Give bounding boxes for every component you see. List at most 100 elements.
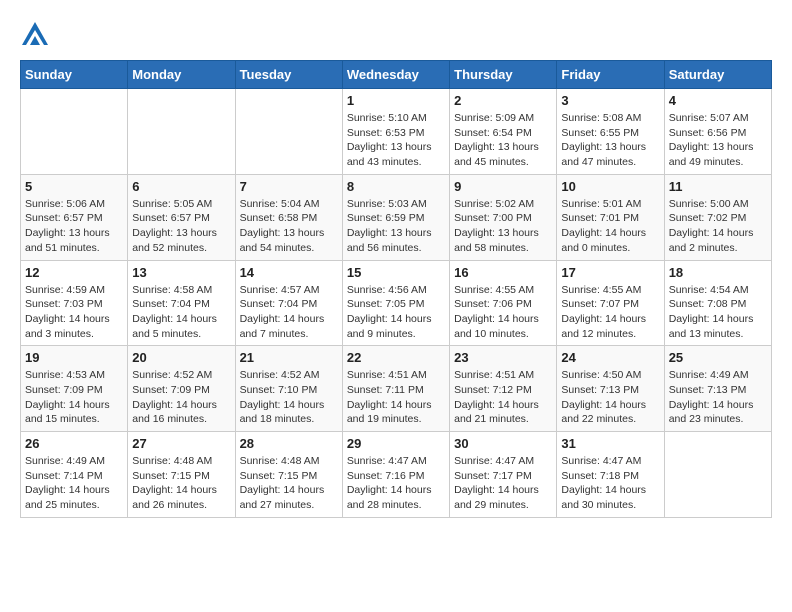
day-info: Sunrise: 4:52 AM Sunset: 7:10 PM Dayligh… <box>240 368 338 427</box>
day-info: Sunrise: 4:47 AM Sunset: 7:17 PM Dayligh… <box>454 454 552 513</box>
day-number: 19 <box>25 350 123 365</box>
day-number: 9 <box>454 179 552 194</box>
day-info: Sunrise: 4:58 AM Sunset: 7:04 PM Dayligh… <box>132 283 230 342</box>
day-info: Sunrise: 5:05 AM Sunset: 6:57 PM Dayligh… <box>132 197 230 256</box>
day-number: 26 <box>25 436 123 451</box>
calendar-week-row: 19 Sunrise: 4:53 AM Sunset: 7:09 PM Dayli… <box>21 346 772 432</box>
day-number: 25 <box>669 350 767 365</box>
day-number: 24 <box>561 350 659 365</box>
calendar-cell: 9 Sunrise: 5:02 AM Sunset: 7:00 PM Daylig… <box>450 174 557 260</box>
calendar-cell: 24 Sunrise: 4:50 AM Sunset: 7:13 PM Dayli… <box>557 346 664 432</box>
day-info: Sunrise: 4:55 AM Sunset: 7:07 PM Dayligh… <box>561 283 659 342</box>
logo <box>20 20 54 50</box>
day-number: 14 <box>240 265 338 280</box>
day-info: Sunrise: 5:07 AM Sunset: 6:56 PM Dayligh… <box>669 111 767 170</box>
calendar-cell: 30 Sunrise: 4:47 AM Sunset: 7:17 PM Dayli… <box>450 432 557 518</box>
day-info: Sunrise: 5:00 AM Sunset: 7:02 PM Dayligh… <box>669 197 767 256</box>
calendar-week-row: 1 Sunrise: 5:10 AM Sunset: 6:53 PM Daylig… <box>21 89 772 175</box>
day-info: Sunrise: 5:01 AM Sunset: 7:01 PM Dayligh… <box>561 197 659 256</box>
day-number: 4 <box>669 93 767 108</box>
calendar-cell: 15 Sunrise: 4:56 AM Sunset: 7:05 PM Dayli… <box>342 260 449 346</box>
calendar-cell: 17 Sunrise: 4:55 AM Sunset: 7:07 PM Dayli… <box>557 260 664 346</box>
day-number: 7 <box>240 179 338 194</box>
calendar-cell: 13 Sunrise: 4:58 AM Sunset: 7:04 PM Dayli… <box>128 260 235 346</box>
calendar-cell: 14 Sunrise: 4:57 AM Sunset: 7:04 PM Dayli… <box>235 260 342 346</box>
day-of-week-header: Monday <box>128 61 235 89</box>
calendar-cell: 2Sunrise: 5:09 AM Sunset: 6:54 PM Daylig… <box>450 89 557 175</box>
calendar-cell: 29 Sunrise: 4:47 AM Sunset: 7:16 PM Dayli… <box>342 432 449 518</box>
day-number: 17 <box>561 265 659 280</box>
day-info: Sunrise: 4:51 AM Sunset: 7:11 PM Dayligh… <box>347 368 445 427</box>
day-number: 31 <box>561 436 659 451</box>
day-number: 3 <box>561 93 659 108</box>
day-info: Sunrise: 5:02 AM Sunset: 7:00 PM Dayligh… <box>454 197 552 256</box>
calendar-cell: 26 Sunrise: 4:49 AM Sunset: 7:14 PM Dayli… <box>21 432 128 518</box>
calendar-cell <box>235 89 342 175</box>
calendar-week-row: 12Sunrise: 4:59 AM Sunset: 7:03 PM Dayli… <box>21 260 772 346</box>
calendar-table: SundayMondayTuesdayWednesdayThursdayFrid… <box>20 60 772 518</box>
calendar-cell: 6Sunrise: 5:05 AM Sunset: 6:57 PM Daylig… <box>128 174 235 260</box>
calendar-cell: 21 Sunrise: 4:52 AM Sunset: 7:10 PM Dayli… <box>235 346 342 432</box>
day-info: Sunrise: 4:48 AM Sunset: 7:15 PM Dayligh… <box>240 454 338 513</box>
day-number: 15 <box>347 265 445 280</box>
day-of-week-header: Thursday <box>450 61 557 89</box>
day-number: 1 <box>347 93 445 108</box>
day-number: 16 <box>454 265 552 280</box>
day-info: Sunrise: 5:06 AM Sunset: 6:57 PM Dayligh… <box>25 197 123 256</box>
day-of-week-header: Tuesday <box>235 61 342 89</box>
day-number: 8 <box>347 179 445 194</box>
calendar-week-row: 26 Sunrise: 4:49 AM Sunset: 7:14 PM Dayli… <box>21 432 772 518</box>
calendar-cell: 12Sunrise: 4:59 AM Sunset: 7:03 PM Dayli… <box>21 260 128 346</box>
calendar-cell: 25 Sunrise: 4:49 AM Sunset: 7:13 PM Dayli… <box>664 346 771 432</box>
day-number: 30 <box>454 436 552 451</box>
day-info: Sunrise: 4:48 AM Sunset: 7:15 PM Dayligh… <box>132 454 230 513</box>
day-info: Sunrise: 4:56 AM Sunset: 7:05 PM Dayligh… <box>347 283 445 342</box>
day-of-week-header: Sunday <box>21 61 128 89</box>
calendar-cell: 1 Sunrise: 5:10 AM Sunset: 6:53 PM Daylig… <box>342 89 449 175</box>
day-number: 23 <box>454 350 552 365</box>
day-info: Sunrise: 4:53 AM Sunset: 7:09 PM Dayligh… <box>25 368 123 427</box>
calendar-cell: 27 Sunrise: 4:48 AM Sunset: 7:15 PM Dayli… <box>128 432 235 518</box>
calendar-cell: 10 Sunrise: 5:01 AM Sunset: 7:01 PM Dayli… <box>557 174 664 260</box>
day-info: Sunrise: 5:08 AM Sunset: 6:55 PM Dayligh… <box>561 111 659 170</box>
day-number: 22 <box>347 350 445 365</box>
day-number: 13 <box>132 265 230 280</box>
day-info: Sunrise: 5:04 AM Sunset: 6:58 PM Dayligh… <box>240 197 338 256</box>
day-number: 21 <box>240 350 338 365</box>
day-number: 18 <box>669 265 767 280</box>
day-info: Sunrise: 4:57 AM Sunset: 7:04 PM Dayligh… <box>240 283 338 342</box>
calendar-cell <box>664 432 771 518</box>
calendar-week-row: 5Sunrise: 5:06 AM Sunset: 6:57 PM Daylig… <box>21 174 772 260</box>
calendar-cell: 23 Sunrise: 4:51 AM Sunset: 7:12 PM Dayli… <box>450 346 557 432</box>
calendar-cell: 5Sunrise: 5:06 AM Sunset: 6:57 PM Daylig… <box>21 174 128 260</box>
calendar-cell: 20Sunrise: 4:52 AM Sunset: 7:09 PM Dayli… <box>128 346 235 432</box>
calendar-cell: 31 Sunrise: 4:47 AM Sunset: 7:18 PM Dayli… <box>557 432 664 518</box>
calendar-cell: 8 Sunrise: 5:03 AM Sunset: 6:59 PM Daylig… <box>342 174 449 260</box>
logo-icon <box>20 20 50 50</box>
day-of-week-header: Wednesday <box>342 61 449 89</box>
day-number: 10 <box>561 179 659 194</box>
day-info: Sunrise: 4:47 AM Sunset: 7:16 PM Dayligh… <box>347 454 445 513</box>
calendar-cell: 18Sunrise: 4:54 AM Sunset: 7:08 PM Dayli… <box>664 260 771 346</box>
day-number: 12 <box>25 265 123 280</box>
day-info: Sunrise: 4:49 AM Sunset: 7:14 PM Dayligh… <box>25 454 123 513</box>
calendar-cell <box>128 89 235 175</box>
day-number: 28 <box>240 436 338 451</box>
day-info: Sunrise: 5:09 AM Sunset: 6:54 PM Dayligh… <box>454 111 552 170</box>
calendar-cell: 22 Sunrise: 4:51 AM Sunset: 7:11 PM Dayli… <box>342 346 449 432</box>
day-info: Sunrise: 4:51 AM Sunset: 7:12 PM Dayligh… <box>454 368 552 427</box>
calendar-cell: 7 Sunrise: 5:04 AM Sunset: 6:58 PM Daylig… <box>235 174 342 260</box>
day-number: 29 <box>347 436 445 451</box>
day-number: 27 <box>132 436 230 451</box>
day-info: Sunrise: 4:49 AM Sunset: 7:13 PM Dayligh… <box>669 368 767 427</box>
day-info: Sunrise: 5:10 AM Sunset: 6:53 PM Dayligh… <box>347 111 445 170</box>
calendar-cell: 3 Sunrise: 5:08 AM Sunset: 6:55 PM Daylig… <box>557 89 664 175</box>
day-info: Sunrise: 4:50 AM Sunset: 7:13 PM Dayligh… <box>561 368 659 427</box>
day-info: Sunrise: 4:47 AM Sunset: 7:18 PM Dayligh… <box>561 454 659 513</box>
calendar-cell: 11 Sunrise: 5:00 AM Sunset: 7:02 PM Dayli… <box>664 174 771 260</box>
calendar-header-row: SundayMondayTuesdayWednesdayThursdayFrid… <box>21 61 772 89</box>
calendar-cell: 19 Sunrise: 4:53 AM Sunset: 7:09 PM Dayli… <box>21 346 128 432</box>
page-header <box>20 20 772 50</box>
day-number: 11 <box>669 179 767 194</box>
day-info: Sunrise: 5:03 AM Sunset: 6:59 PM Dayligh… <box>347 197 445 256</box>
